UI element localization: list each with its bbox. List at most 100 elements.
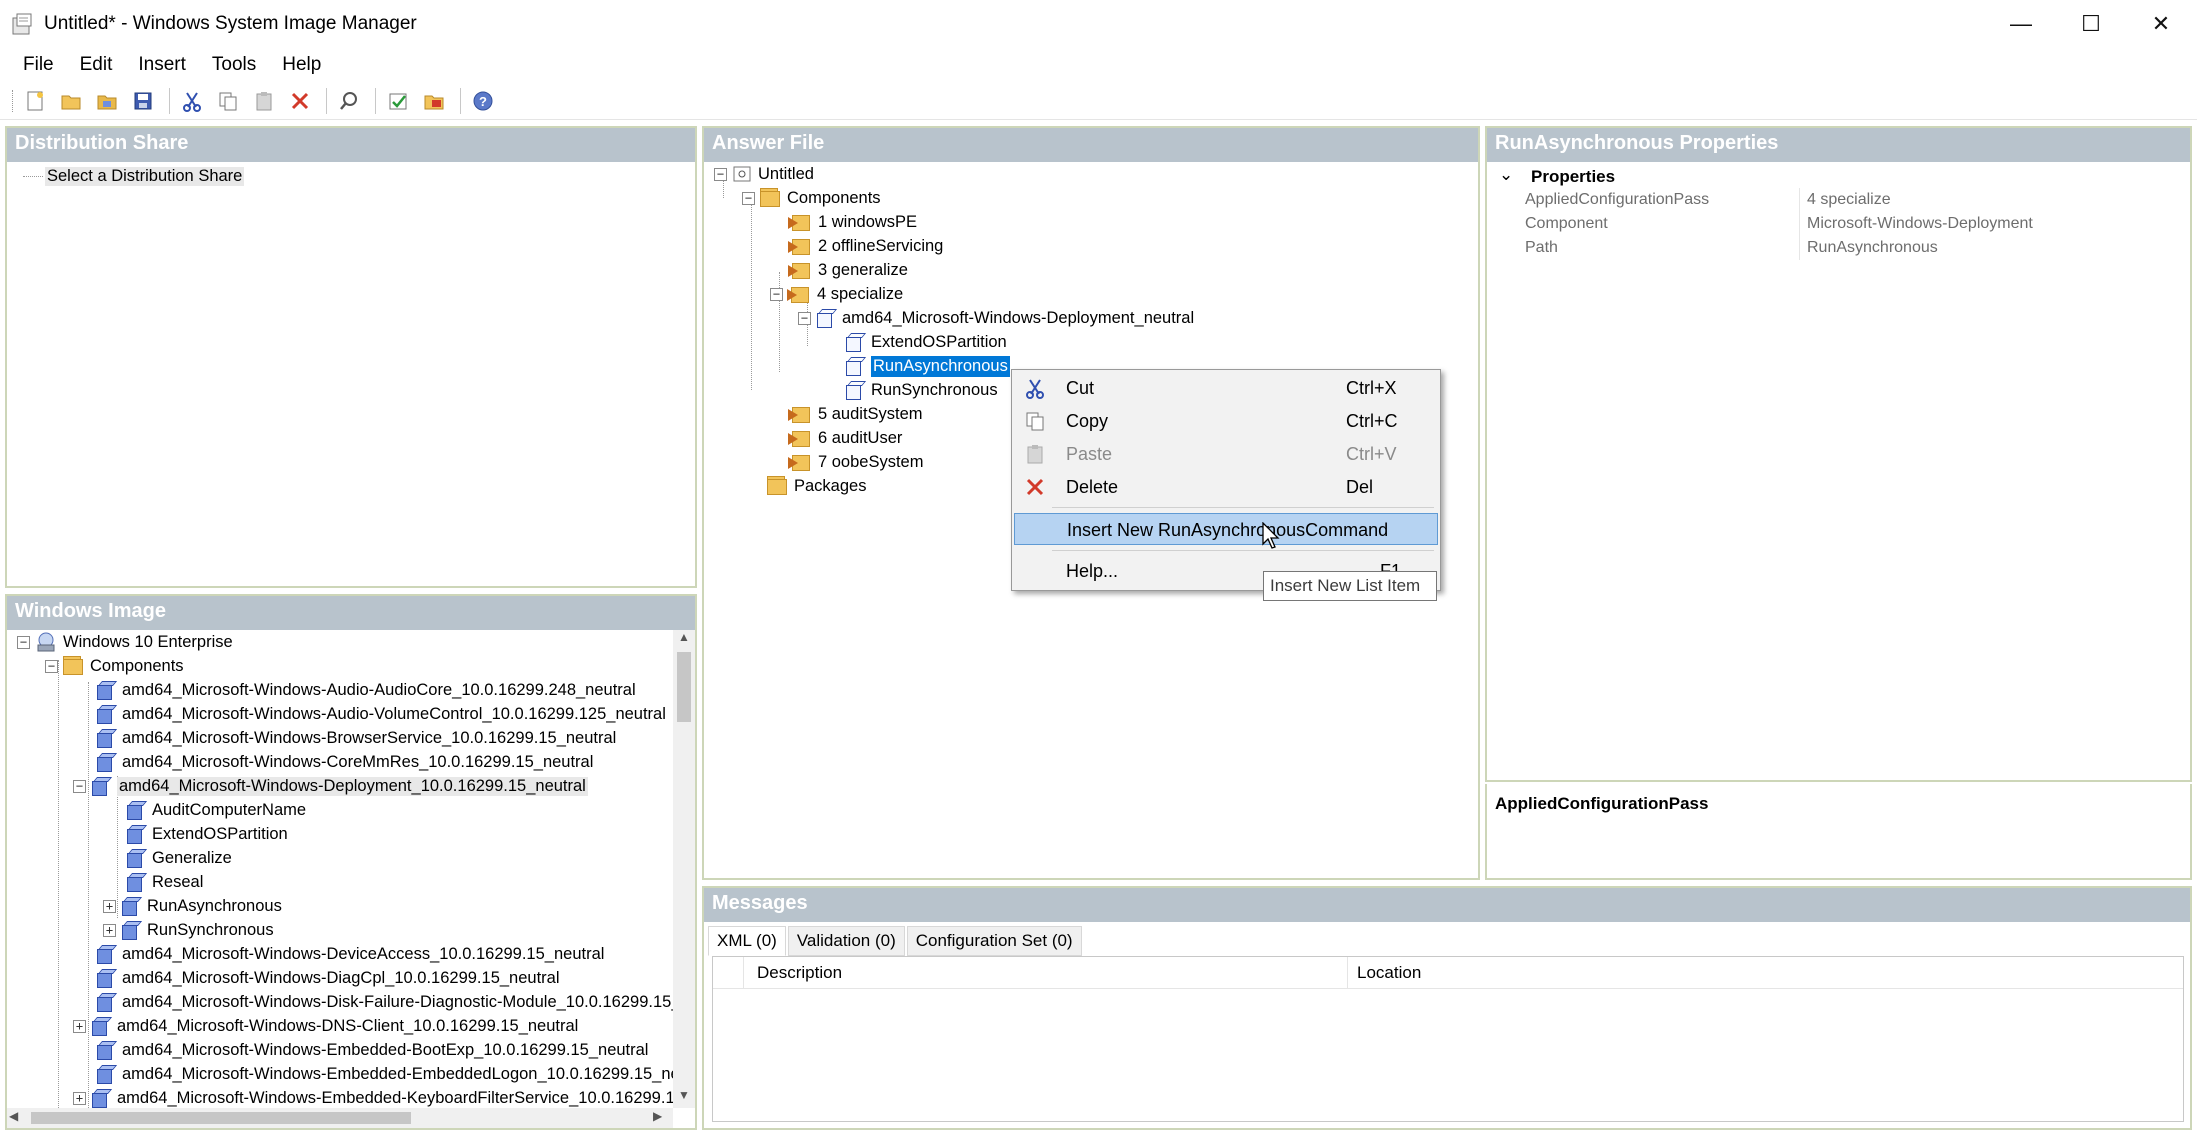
tree-node-component[interactable]: amd64_Microsoft-Windows-BrowserService_1… [95,726,616,750]
tab-xml[interactable]: XML (0) [708,926,786,956]
tree-node-deployment[interactable]: − amd64_Microsoft-Windows-Deployment_10.0… [73,774,588,798]
tree-node-windows-10-enterprise[interactable]: − Windows 10 Enterprise [17,630,233,654]
tree-node-pass[interactable]: 5 auditSystem [788,402,923,426]
select-distribution-share[interactable]: Select a Distribution Share [45,164,245,188]
close-button[interactable]: ✕ [2126,0,2196,48]
scroll-thumb[interactable] [677,652,691,722]
toolbar-grip [12,89,13,112]
copy-icon[interactable] [212,85,244,117]
property-row[interactable]: Component Microsoft-Windows-Deployment [1487,212,2190,236]
tree-node-setting[interactable]: ExtendOSPartition [844,330,1007,354]
setting-label: RunAsynchronous [870,354,1011,378]
paste-icon[interactable] [248,85,280,117]
collapse-icon[interactable]: − [17,635,30,649]
tree-node-setting[interactable]: AuditComputerName [125,798,306,822]
tree-node-setting[interactable]: Reseal [125,870,203,894]
component-label: amd64_Microsoft-Windows-Disk-Failure-Dia… [122,992,673,1011]
scroll-down-icon[interactable]: ▼ [673,1088,695,1108]
expand-icon[interactable]: + [103,923,116,937]
tree-node-component[interactable]: amd64_Microsoft-Windows-CoreMmRes_10.0.1… [95,750,593,774]
tree-node-components[interactable]: − Components [45,654,184,678]
menu-help[interactable]: Help [269,50,334,80]
tree-node-setting[interactable]: + RunAsynchronous [103,894,282,918]
vertical-scrollbar[interactable]: ▲ ▼ [673,630,695,1108]
tree-node-component[interactable]: amd64_Microsoft-Windows-Embedded-BootExp… [95,1038,648,1062]
maximize-button[interactable]: ☐ [2056,0,2126,48]
distribution-share-tree: Select a Distribution Share [7,162,695,586]
tree-node-pass[interactable]: 2 offlineServicing [788,234,943,258]
property-row[interactable]: AppliedConfigurationPass 4 specialize [1487,188,2190,212]
help-icon[interactable]: ? [467,85,499,117]
menu-insert[interactable]: Insert [125,50,199,80]
menu-item-delete[interactable]: Delete Del [1014,471,1438,503]
scroll-left-icon[interactable]: ◀ [9,1109,27,1127]
create-config-set-icon[interactable] [418,85,450,117]
tree-node-pass[interactable]: 1 windowsPE [788,210,917,234]
menu-item-cut[interactable]: Cut Ctrl+X [1014,372,1438,404]
menu-file[interactable]: File [10,50,67,80]
find-icon[interactable] [333,85,365,117]
column-description[interactable]: Description [757,963,842,983]
tree-node-setting[interactable]: ExtendOSPartition [125,822,288,846]
tree-node-component[interactable]: amd64_Microsoft-Windows-Disk-Failure-Dia… [95,990,673,1014]
column-location[interactable]: Location [1357,963,1421,983]
menu-item-copy[interactable]: Copy Ctrl+C [1014,405,1438,437]
collapse-icon[interactable]: − [714,167,727,181]
tab-configuration-set[interactable]: Configuration Set (0) [906,926,1082,956]
properties-group[interactable]: ⌄ Properties [1487,164,2190,188]
collapse-icon[interactable]: − [770,287,783,301]
tree-node-pass[interactable]: 6 auditUser [788,426,902,450]
scroll-right-icon[interactable]: ▶ [653,1109,671,1127]
expand-icon[interactable]: + [73,1019,86,1033]
component-label: amd64_Microsoft-Windows-BrowserService_1… [122,728,617,747]
tree-node-setting[interactable]: RunSynchronous [844,378,998,402]
tree-node-component[interactable]: amd64_Microsoft-Windows-Audio-AudioCore_… [95,678,636,702]
tree-node-pass[interactable]: 3 generalize [788,258,908,282]
open-share-icon[interactable] [91,85,123,117]
menu-tools[interactable]: Tools [199,50,269,80]
tree-node-component[interactable]: + amd64_Microsoft-Windows-DNS-Client_10.0… [73,1014,578,1038]
tree-node-pass[interactable]: 7 oobeSystem [788,450,923,474]
tree-node-component[interactable]: amd64_Microsoft-Windows-Embedded-Embedde… [95,1062,673,1086]
menu-item-insert-new-runasynchronouscommand[interactable]: Insert New RunAsynchronousCommand [1014,513,1438,545]
component-icon [95,943,118,965]
menu-edit[interactable]: Edit [67,50,126,80]
tree-node-pass[interactable]: − 4 specialize [770,282,903,306]
tree-node-component[interactable]: amd64_Microsoft-Windows-DiagCpl_10.0.162… [95,966,560,990]
tree-node-untitled[interactable]: − Untitled [714,162,814,186]
scroll-up-icon[interactable]: ▲ [673,630,695,650]
minimize-button[interactable]: — [1986,0,2056,48]
new-icon[interactable] [19,85,51,117]
cut-icon[interactable] [176,85,208,117]
tree-node-answer-component[interactable]: − amd64_Microsoft-Windows-Deployment_neut… [798,306,1194,330]
delete-icon[interactable] [284,85,316,117]
tree-node-setting-selected[interactable]: RunAsynchronous [844,354,1011,378]
tree-node-component[interactable]: amd64_Microsoft-Windows-Audio-VolumeCont… [95,702,666,726]
tree-node-setting[interactable]: Generalize [125,846,232,870]
scroll-thumb[interactable] [31,1112,411,1124]
open-icon[interactable] [55,85,87,117]
tree-node-component[interactable]: amd64_Microsoft-Windows-DeviceAccess_10.… [95,942,604,966]
tree-node-packages[interactable]: Packages [766,474,866,498]
validate-icon[interactable] [382,85,414,117]
tree-node-setting[interactable]: + RunSynchronous [103,918,274,942]
tree-node-answer-components[interactable]: − Components [742,186,881,210]
answer-file-icon [731,164,753,184]
save-icon[interactable] [127,85,159,117]
collapse-icon[interactable]: − [45,659,58,673]
tab-validation[interactable]: Validation (0) [787,926,905,956]
component-icon [95,967,118,989]
collapse-icon[interactable]: − [742,191,755,205]
property-row[interactable]: Path RunAsynchronous [1487,236,2190,260]
menu-item-paste[interactable]: Paste Ctrl+V [1014,438,1438,470]
tree-connector [58,660,59,1108]
properties-group-label: Properties [1531,167,1616,186]
pass-icon [787,283,811,305]
tree-node-component[interactable]: + amd64_Microsoft-Windows-Embedded-Keyboa… [73,1086,673,1108]
chevron-down-icon[interactable]: ⌄ [1499,165,1513,185]
horizontal-scrollbar[interactable]: ◀ ▶ [7,1108,673,1128]
expand-icon[interactable]: + [103,899,116,913]
collapse-icon[interactable]: − [798,311,811,325]
collapse-icon[interactable]: − [73,779,86,793]
expand-icon[interactable]: + [73,1091,86,1105]
